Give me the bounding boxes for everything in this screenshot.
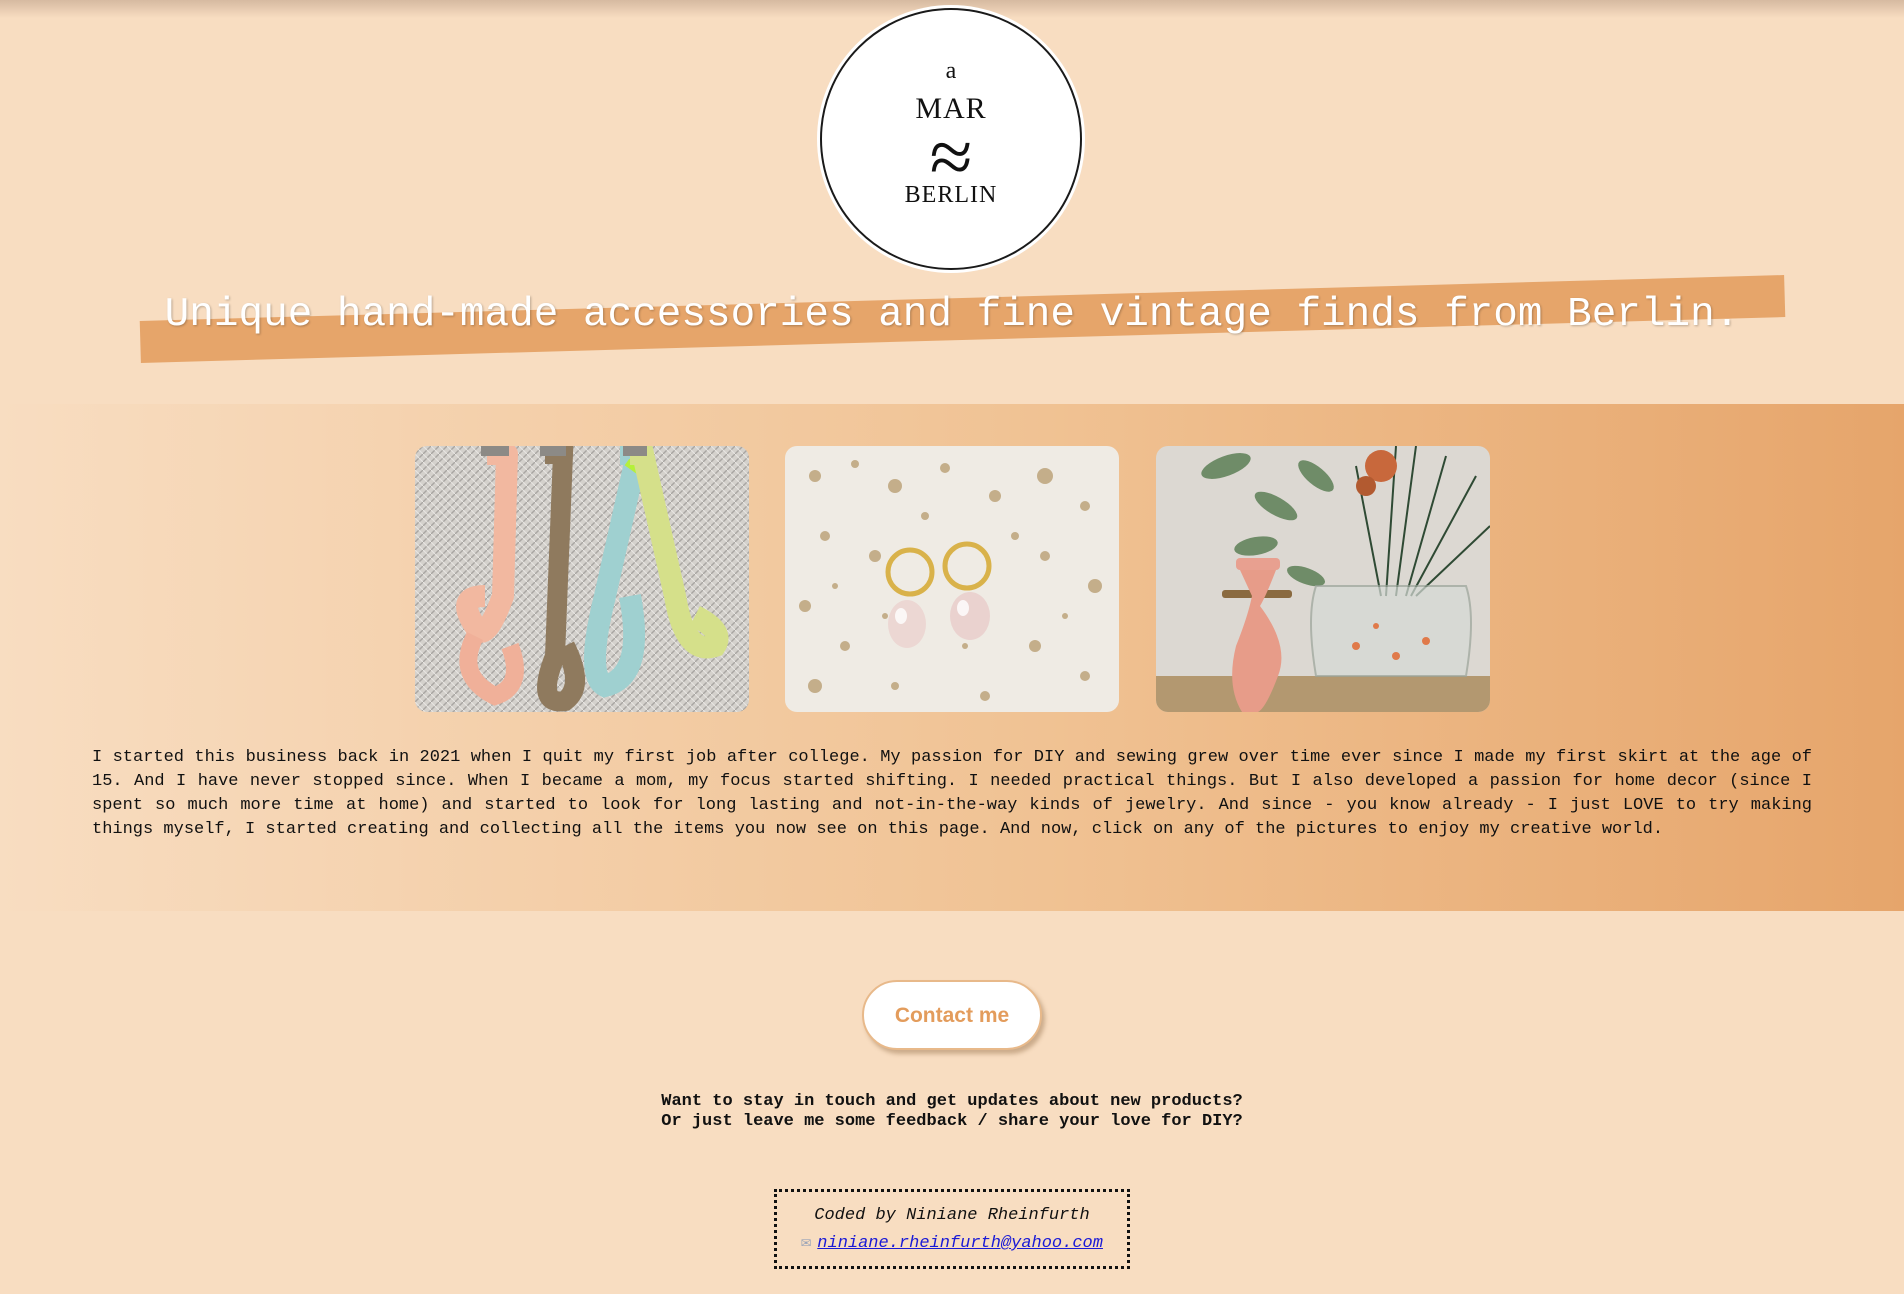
footer-email-row: ✉ niniane.rheinfurth@yahoo.com: [777, 1232, 1127, 1253]
stay-in-touch-text: Want to stay in touch and get updates ab…: [0, 1092, 1904, 1132]
tagline-section: Unique hand-made accessories and fine vi…: [0, 270, 1904, 380]
ribbon-straps-photo[interactable]: [415, 446, 749, 712]
pink-vase-image: [1156, 446, 1490, 712]
about-story: I started this business back in 2021 whe…: [92, 748, 1812, 839]
tagline: Unique hand-made accessories and fine vi…: [164, 292, 1740, 338]
stay-line-2: Or just leave me some feedback / share y…: [661, 1112, 1243, 1131]
contact-me-button[interactable]: Contact me: [862, 980, 1042, 1050]
stay-line-1: Want to stay in touch and get updates ab…: [661, 1092, 1243, 1111]
logo-line-a: a: [945, 58, 957, 84]
pink-vase-photo[interactable]: [1156, 446, 1490, 712]
ribbon-straps-image: [415, 446, 749, 712]
envelope-icon: ✉: [801, 1234, 812, 1253]
footer-email-link[interactable]: niniane.rheinfurth@yahoo.com: [817, 1234, 1103, 1253]
footer-credit: Coded by Niniane Rheinfurth: [814, 1206, 1090, 1225]
pearl-earrings-photo[interactable]: [785, 446, 1119, 712]
pearl-earrings-image: [785, 446, 1119, 712]
logo-line-berlin: BERLIN: [904, 182, 998, 208]
footer-credit-box: Coded by Niniane Rheinfurth ✉ niniane.rhe…: [774, 1189, 1130, 1269]
gallery-band: I started this business back in 2021 whe…: [0, 404, 1904, 911]
brand-logo[interactable]: a MAR ≈ BERLIN: [820, 8, 1082, 270]
